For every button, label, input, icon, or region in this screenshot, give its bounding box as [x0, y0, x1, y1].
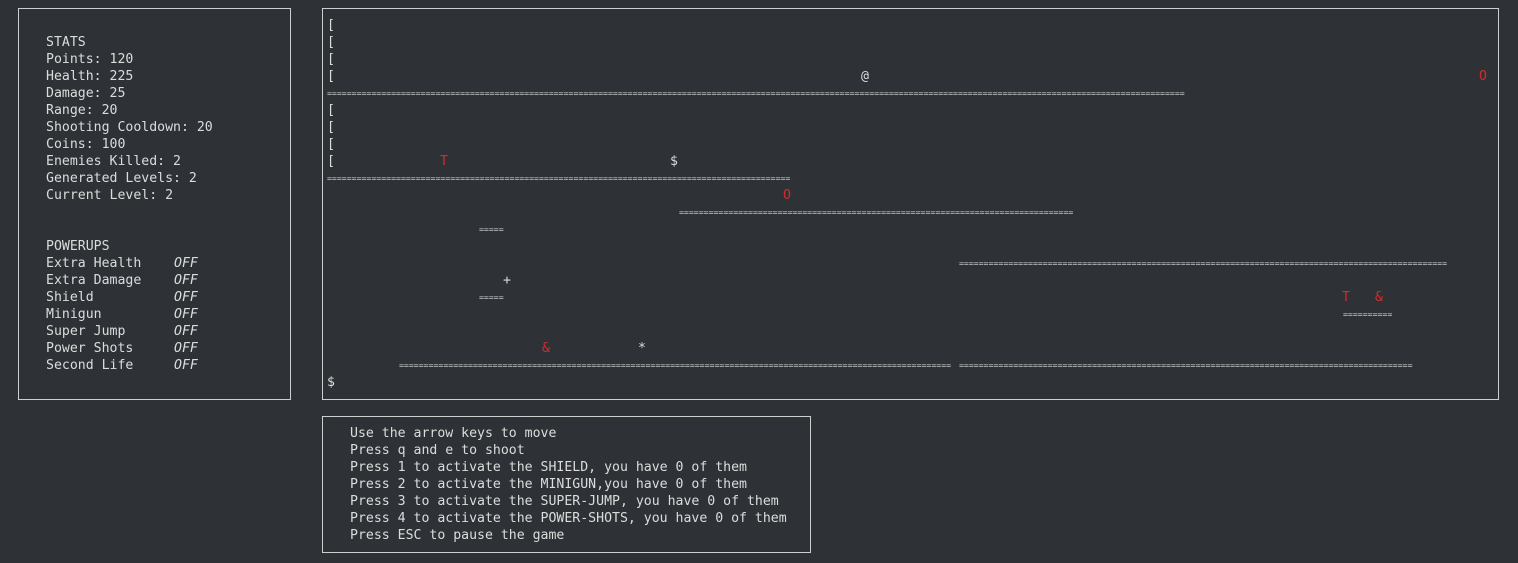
wall: [: [327, 120, 335, 135]
platform: ========================================…: [327, 88, 1185, 98]
coin: $: [670, 154, 678, 169]
enemy-o: O: [1479, 69, 1487, 84]
wall: [: [327, 137, 335, 152]
powerup-state: OFF: [174, 324, 198, 339]
enemy-t: T: [1342, 290, 1350, 305]
powerup-state: OFF: [174, 290, 198, 305]
stats-panel: STATS Points: 120 Health: 225 Damage: 25…: [18, 8, 291, 400]
stat-range: Range: 20: [46, 103, 118, 118]
help-line: Press 1 to activate the SHIELD, you have…: [350, 460, 747, 475]
platform: ========================================…: [327, 173, 791, 183]
wall: [: [327, 69, 335, 84]
enemy-amp: &: [542, 341, 550, 356]
stat-coins: Coins: 100: [46, 137, 126, 152]
powerup-name: Super Jump: [46, 324, 126, 339]
powerup-name: Extra Damage: [46, 273, 142, 288]
powerup-state: OFF: [174, 358, 198, 373]
platform: ==========: [1343, 309, 1393, 319]
powerup-state: OFF: [174, 256, 198, 271]
stat-points: Points: 120: [46, 52, 134, 67]
enemy-o: O: [783, 188, 791, 203]
powerup-name: Minigun: [46, 307, 102, 322]
stat-enemies-killed: Enemies Killed: 2: [46, 154, 181, 169]
platform: ========================================…: [679, 207, 1074, 217]
platform: =====: [479, 292, 504, 302]
platform: ========================================…: [959, 258, 1447, 268]
powerup-state: OFF: [174, 341, 198, 356]
help-line: Press ESC to pause the game: [350, 528, 565, 543]
help-line: Press 2 to activate the MINIGUN,you have…: [350, 477, 747, 492]
powerup-name: Second Life: [46, 358, 134, 373]
controls-help-panel: Use the arrow keys to move Press q and e…: [322, 416, 811, 553]
stats-title: STATS: [46, 35, 86, 50]
wall: [: [327, 154, 335, 169]
stat-shooting-cooldown: Shooting Cooldown: 20: [46, 120, 213, 135]
player: @: [861, 69, 869, 84]
powerup-state: OFF: [174, 273, 198, 288]
powerups-title: POWERUPS: [46, 239, 110, 254]
platform: ========================================…: [959, 360, 1413, 370]
powerup-name: Shield: [46, 290, 94, 305]
wall: [: [327, 52, 335, 67]
wall: [: [327, 103, 335, 118]
game-map: [ [ [ [ @ O ============================…: [322, 8, 1499, 400]
help-line: Press q and e to shoot: [350, 443, 525, 458]
powerup-state: OFF: [174, 307, 198, 322]
enemy-t: T: [440, 154, 448, 169]
stat-health: Health: 225: [46, 69, 134, 84]
wall: [: [327, 18, 335, 33]
help-line: Press 4 to activate the POWER-SHOTS, you…: [350, 511, 787, 526]
help-line: Use the arrow keys to move: [350, 426, 557, 441]
star-pickup: *: [638, 341, 646, 356]
stat-current-level: Current Level: 2: [46, 188, 174, 203]
help-line: Press 3 to activate the SUPER-JUMP, you …: [350, 494, 779, 509]
platform: =====: [479, 224, 504, 234]
wall: [: [327, 35, 335, 50]
platform: ========================================…: [399, 360, 952, 370]
powerup-name: Extra Health: [46, 256, 142, 271]
coin: $: [327, 375, 335, 390]
heart-pickup: +: [503, 273, 511, 288]
powerup-name: Power Shots: [46, 341, 134, 356]
stat-generated-levels: Generated Levels: 2: [46, 171, 197, 186]
stat-damage: Damage: 25: [46, 86, 126, 101]
enemy-amp: &: [1375, 290, 1383, 305]
